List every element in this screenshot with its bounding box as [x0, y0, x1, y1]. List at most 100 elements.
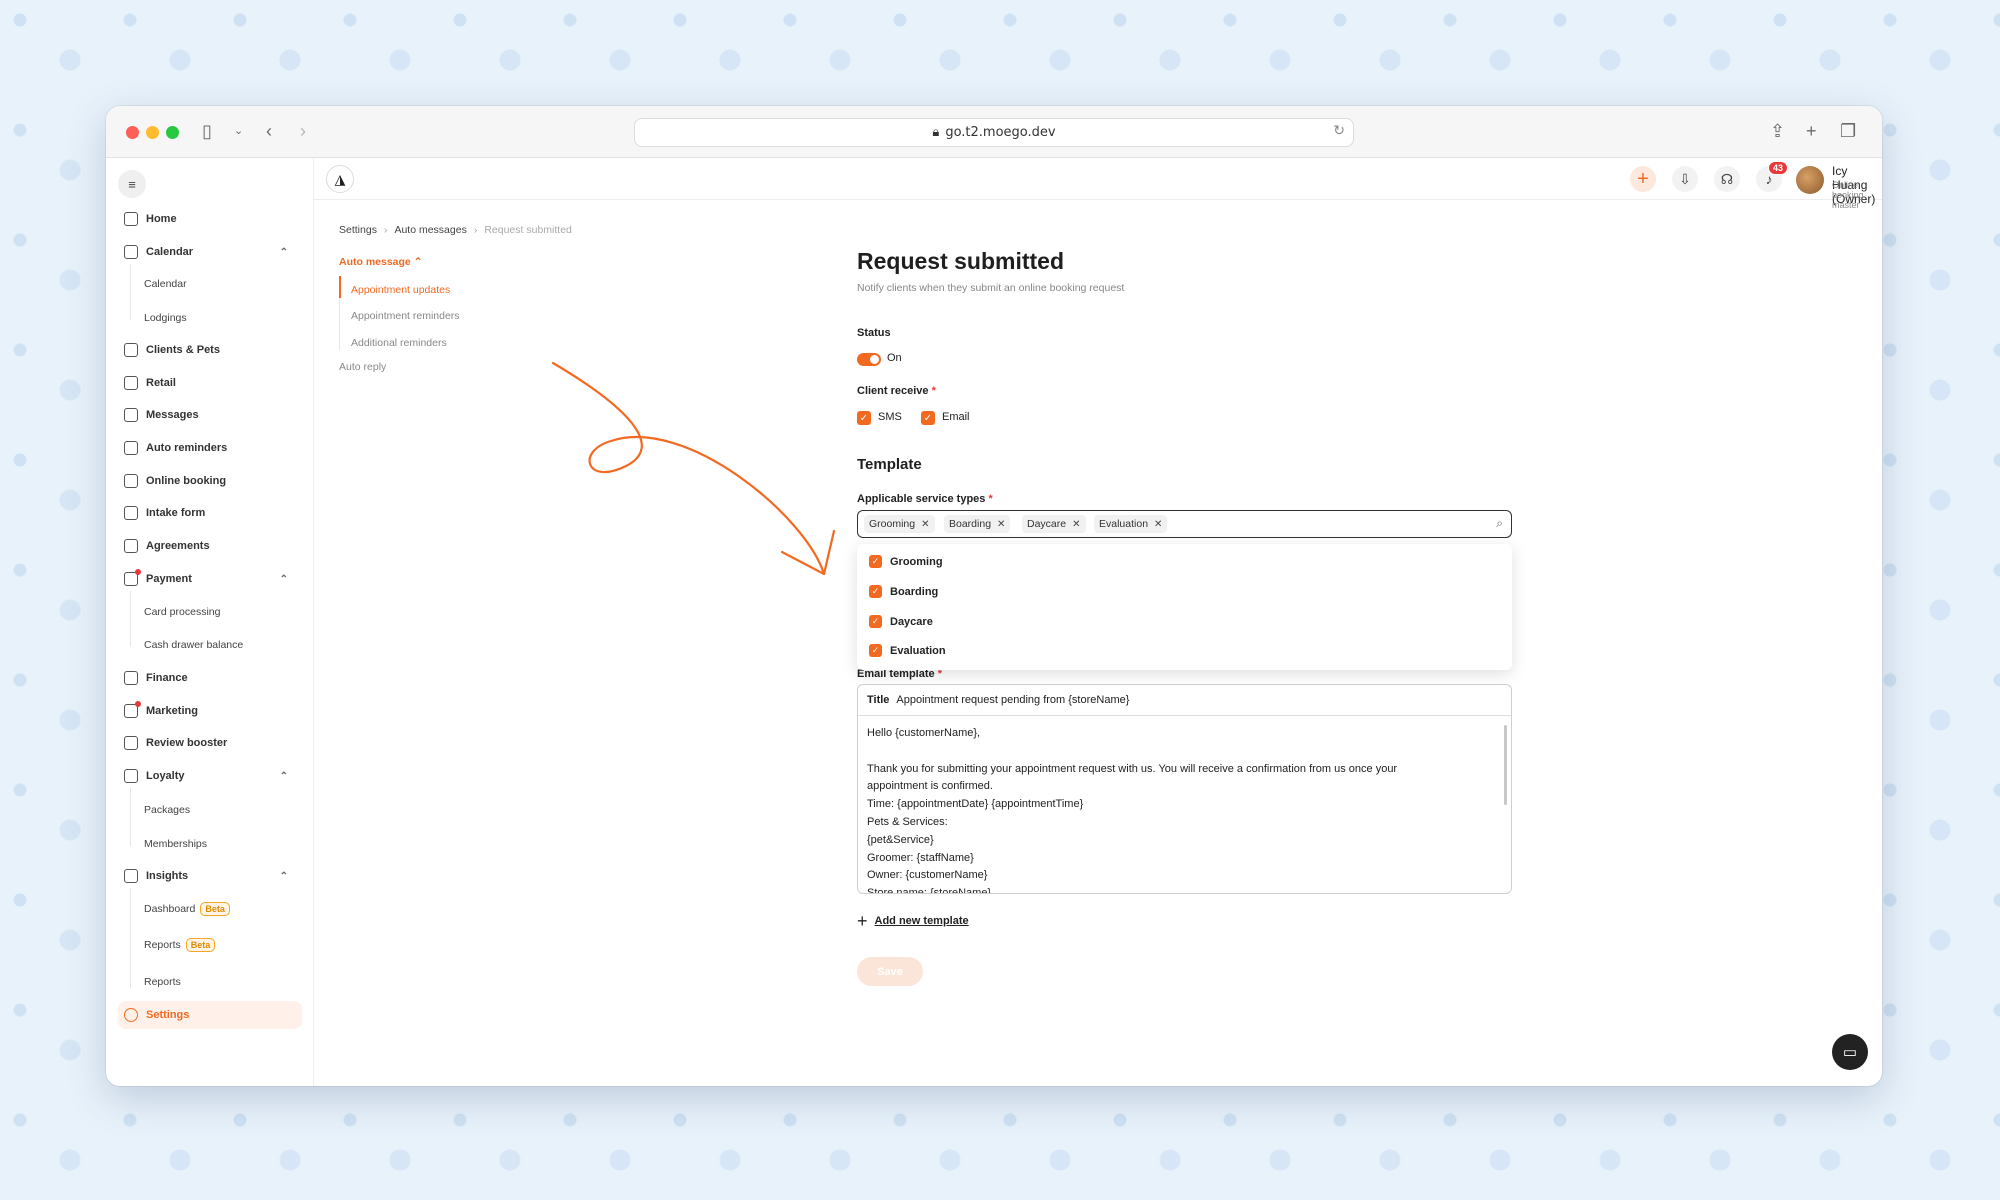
- option-grooming[interactable]: ✓ Grooming: [869, 555, 943, 568]
- reload-icon[interactable]: ↻: [1333, 123, 1345, 139]
- checkbox-checked[interactable]: ✓: [869, 555, 882, 568]
- breadcrumb-current: Request submitted: [484, 224, 572, 236]
- sidebar-item-insights[interactable]: Insights ⌃: [118, 864, 298, 888]
- download-icon[interactable]: ⇩: [1672, 166, 1698, 192]
- sidebar-subitem-cash-drawer[interactable]: Cash drawer balance: [144, 639, 243, 651]
- sidebar-item-intake-form[interactable]: Intake form: [118, 501, 298, 525]
- sidebar: ≡ Home Calendar ⌃ Calendar Lodgings Clien…: [106, 158, 314, 1086]
- sidebar-item-calendar[interactable]: Calendar ⌃: [118, 240, 298, 264]
- app-header: ◮ + ⇩ ☊ ♪ 43 Icy Huang (Owner) Online bo…: [314, 158, 1882, 210]
- sidebar-subitem-lodgings[interactable]: Lodgings: [144, 312, 187, 324]
- sidebar-subitem-dashboard[interactable]: Dashboard Beta: [144, 902, 230, 916]
- sidebar-item-label: Home: [146, 213, 177, 225]
- sidebar-item-finance[interactable]: Finance: [118, 666, 298, 690]
- tabs-overview-icon[interactable]: ❐: [1840, 120, 1856, 142]
- sidebar-subitem-packages[interactable]: Packages: [144, 804, 190, 816]
- sidebar-item-online-booking[interactable]: Online booking: [118, 469, 298, 493]
- email-body-line: {pet&Service}: [867, 833, 934, 846]
- address-bar[interactable]: 🔒︎ go.t2.moego.dev ↻: [634, 118, 1354, 147]
- quick-add-button[interactable]: +: [1630, 166, 1656, 192]
- sidebar-item-messages[interactable]: Messages: [118, 403, 298, 427]
- email-body-line: [867, 743, 1467, 761]
- sidebar-item-loyalty[interactable]: Loyalty ⌃: [118, 764, 298, 788]
- scrollbar[interactable]: [1504, 725, 1507, 805]
- sidebar-subitem-card-processing[interactable]: Card processing: [144, 606, 220, 618]
- option-evaluation[interactable]: ✓ Evaluation: [869, 644, 946, 657]
- chevron-up-icon[interactable]: ⌃: [280, 247, 288, 258]
- menu-icon[interactable]: ≡: [118, 170, 146, 198]
- email-body-textarea[interactable]: Hello {customerName}, Thank you for subm…: [867, 725, 1467, 893]
- beta-badge: Beta: [185, 938, 216, 952]
- subnav-appointment-updates[interactable]: Appointment updates: [351, 284, 450, 296]
- chevron-up-icon[interactable]: ⌃: [280, 871, 288, 882]
- back-icon[interactable]: ‹: [266, 120, 272, 142]
- remove-tag-icon[interactable]: ✕: [1072, 519, 1080, 530]
- sidebar-item-label: Clients & Pets: [146, 344, 220, 356]
- sidebar-subitem-calendar[interactable]: Calendar: [144, 278, 187, 290]
- breadcrumb-auto-messages[interactable]: Auto messages: [394, 224, 466, 236]
- email-template-editor[interactable]: Title Appointment request pending from {…: [857, 684, 1512, 894]
- option-boarding[interactable]: ✓ Boarding: [869, 585, 938, 598]
- search-icon: ⌕: [1496, 516, 1503, 530]
- submenu-line: [130, 788, 131, 846]
- lock-icon: 🔒︎: [932, 125, 940, 140]
- chevron-down-icon[interactable]: ⌄: [234, 120, 243, 142]
- chevron-up-icon[interactable]: ⌃: [280, 771, 288, 782]
- email-checkbox[interactable]: ✓: [921, 411, 935, 425]
- service-types-select[interactable]: Grooming ✕ Boarding ✕ Daycare ✕ Evaluation ✕…: [857, 510, 1512, 538]
- client-receive-label: Client receive *: [857, 385, 936, 397]
- close-window-button[interactable]: [126, 126, 139, 139]
- option-label: Boarding: [890, 585, 939, 598]
- forward-icon[interactable]: ›: [300, 120, 306, 142]
- remove-tag-icon[interactable]: ✕: [1154, 519, 1162, 530]
- checkbox-checked[interactable]: ✓: [869, 644, 882, 657]
- email-title-field[interactable]: Title Appointment request pending from {…: [858, 685, 1511, 716]
- checkbox-checked[interactable]: ✓: [869, 615, 882, 628]
- notification-bell-icon[interactable]: ♪ 43: [1756, 161, 1788, 192]
- sidebar-subitem-reports-beta[interactable]: Reports Beta: [144, 938, 216, 952]
- retail-icon: [124, 376, 138, 390]
- support-headset-icon[interactable]: ☊: [1714, 166, 1740, 192]
- new-tab-icon[interactable]: +: [1806, 120, 1817, 142]
- sidebar-subitem-memberships[interactable]: Memberships: [144, 838, 207, 850]
- messages-icon: [124, 408, 138, 422]
- sidebar-item-auto-reminders[interactable]: Auto reminders: [118, 436, 298, 460]
- email-title-value[interactable]: Appointment request pending from {storeN…: [896, 694, 1129, 706]
- chat-icon[interactable]: ▭: [1832, 1034, 1868, 1070]
- subnav-appointment-reminders[interactable]: Appointment reminders: [351, 310, 460, 322]
- option-label: Evaluation: [890, 644, 946, 657]
- minimize-window-button[interactable]: [146, 126, 159, 139]
- share-icon[interactable]: ⇪: [1770, 120, 1785, 142]
- save-button[interactable]: Save: [857, 957, 923, 986]
- online-booking-icon: [124, 474, 138, 488]
- sidebar-item-settings[interactable]: Settings: [118, 1001, 302, 1029]
- sidebar-item-payment[interactable]: Payment ⌃: [118, 567, 298, 591]
- remove-tag-icon[interactable]: ✕: [921, 519, 929, 530]
- avatar[interactable]: [1796, 166, 1824, 194]
- remove-tag-icon[interactable]: ✕: [997, 519, 1005, 530]
- sms-checkbox[interactable]: ✓: [857, 411, 871, 425]
- sidebar-item-review-booster[interactable]: Review booster: [118, 731, 298, 755]
- plus-icon: +: [857, 911, 868, 931]
- maximize-window-button[interactable]: [166, 126, 179, 139]
- subnav-additional-reminders[interactable]: Additional reminders: [351, 337, 447, 349]
- sidebar-item-agreements[interactable]: Agreements: [118, 534, 298, 558]
- sidebar-item-home[interactable]: Home: [118, 207, 298, 231]
- checkbox-checked[interactable]: ✓: [869, 585, 882, 598]
- sidebar-item-clients-pets[interactable]: Clients & Pets: [118, 338, 298, 362]
- loyalty-icon: [124, 769, 138, 783]
- sidebar-item-marketing[interactable]: Marketing: [118, 699, 298, 723]
- sidebar-subitem-reports[interactable]: Reports: [144, 976, 181, 988]
- sidebar-item-label: Loyalty: [146, 770, 185, 782]
- option-daycare[interactable]: ✓ Daycare: [869, 615, 933, 628]
- subnav-auto-message[interactable]: Auto message ⌃: [339, 256, 423, 268]
- subnav-auto-reply[interactable]: Auto reply: [339, 361, 386, 373]
- status-toggle[interactable]: [857, 353, 881, 366]
- option-label: Daycare: [890, 615, 933, 628]
- sidebar-item-retail[interactable]: Retail: [118, 371, 298, 395]
- chevron-up-icon[interactable]: ⌃: [280, 574, 288, 585]
- breadcrumb-settings[interactable]: Settings: [339, 224, 377, 236]
- moego-logo[interactable]: ◮: [326, 165, 354, 193]
- add-template-button[interactable]: + Add new template: [857, 911, 969, 931]
- sidebar-toggle-icon[interactable]: ▯: [202, 120, 212, 142]
